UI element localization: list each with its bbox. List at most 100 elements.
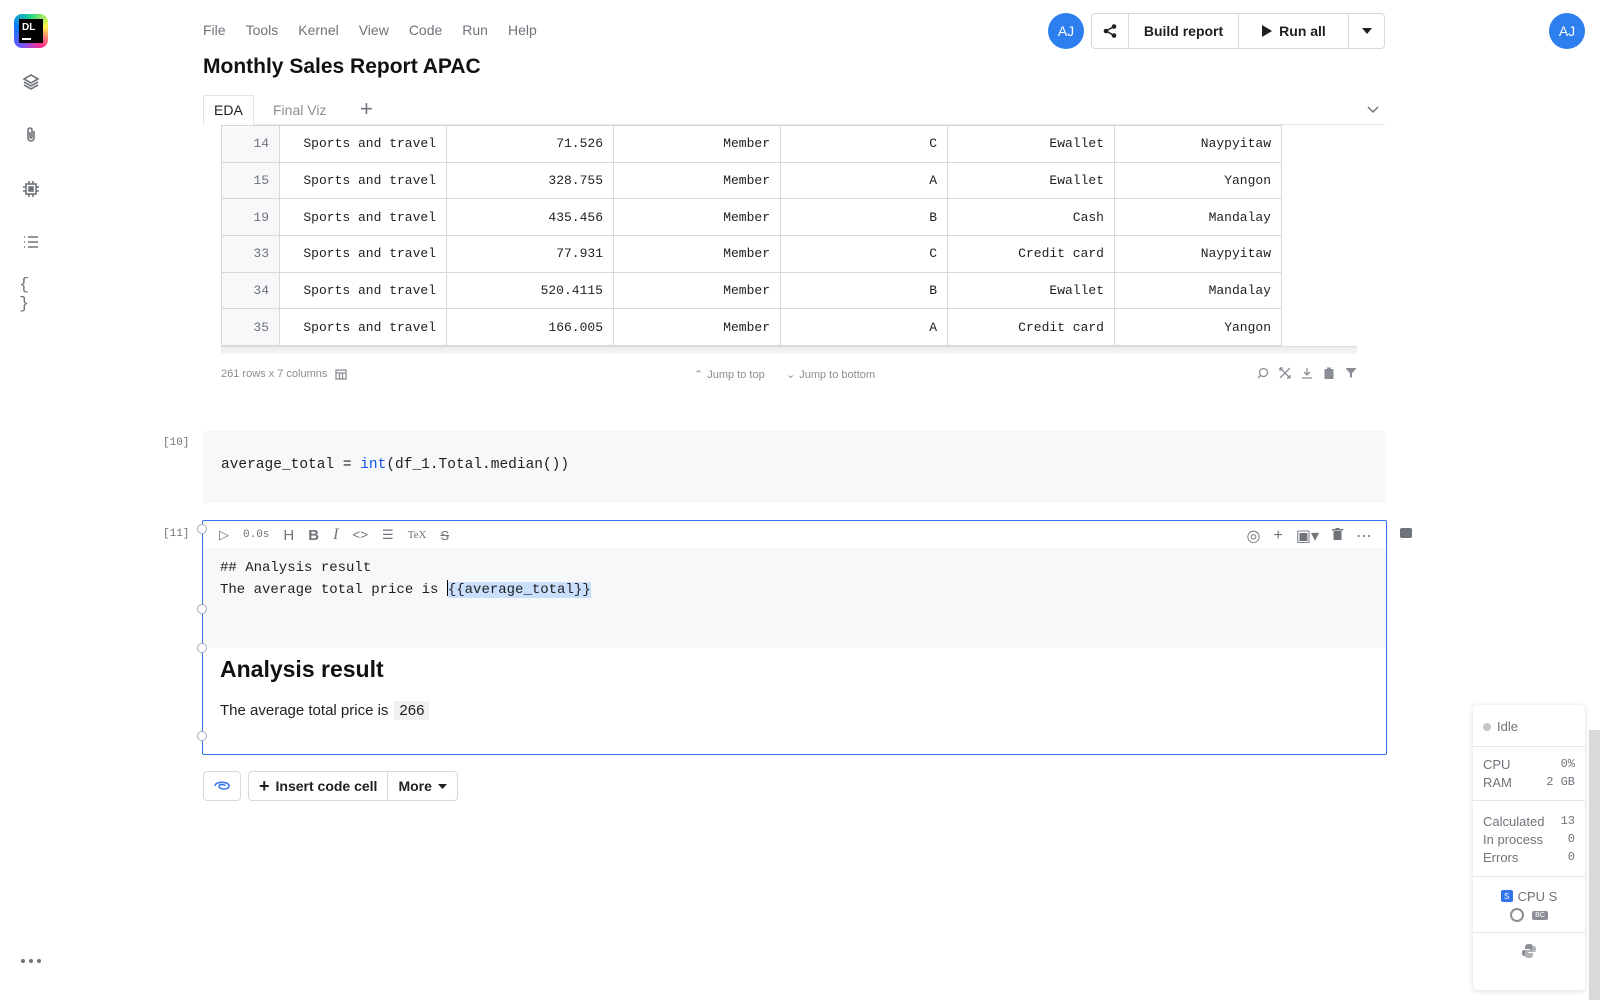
table-cell[interactable]: Credit card bbox=[947, 235, 1115, 273]
checklist-icon[interactable]: ☰ bbox=[382, 527, 394, 543]
collaborator-avatar[interactable]: AJ bbox=[1048, 13, 1084, 49]
table-cell[interactable]: Ewallet bbox=[947, 161, 1115, 200]
italic-icon[interactable]: I bbox=[333, 526, 338, 544]
table-cell[interactable]: Sports and travel bbox=[279, 235, 447, 273]
tex-icon[interactable]: TeX bbox=[408, 529, 427, 541]
add-tab-icon[interactable]: + bbox=[360, 98, 373, 120]
code-source[interactable]: average_total = int(df_1.Total.median()) bbox=[221, 457, 569, 473]
list-icon[interactable] bbox=[19, 230, 43, 254]
table-cell[interactable]: Sports and travel bbox=[279, 271, 447, 310]
table-cell[interactable]: 328.755 bbox=[446, 161, 614, 200]
table-cell[interactable]: Sports and travel bbox=[279, 161, 447, 200]
table-cell[interactable]: Yangon bbox=[1114, 308, 1282, 347]
table-cell[interactable]: Naypyitaw bbox=[1114, 235, 1282, 273]
menu-code[interactable]: Code bbox=[409, 22, 442, 38]
code-icon[interactable]: <> bbox=[352, 528, 368, 543]
cell-handle[interactable] bbox=[197, 524, 207, 534]
markdown-cell[interactable]: ▷ 0.0s H B I <> ☰ TeX S ◎ + ▣▾ ⋯ ## Anal… bbox=[197, 520, 1387, 755]
tabs-chevron-down-icon[interactable] bbox=[1367, 101, 1379, 119]
table-cell[interactable]: Member bbox=[613, 308, 781, 347]
machine-section[interactable]: S CPU S BC bbox=[1473, 877, 1585, 933]
app-logo[interactable]: DL bbox=[14, 14, 48, 48]
row-index[interactable]: 34 bbox=[221, 271, 280, 310]
run-options-dropdown[interactable] bbox=[1349, 14, 1384, 48]
selected-text[interactable]: {{average_total}} bbox=[447, 582, 591, 598]
strikethrough-icon[interactable]: S bbox=[440, 528, 449, 543]
cell-handle[interactable] bbox=[197, 643, 207, 653]
menu-tools[interactable]: Tools bbox=[246, 22, 279, 38]
table-row[interactable]: 33 Sports and travel 77.931 Member C Credit c… bbox=[221, 235, 1282, 273]
ai-assistant-icon[interactable]: ◎ bbox=[1247, 526, 1261, 546]
dataframe-table[interactable]: 14 Sports and travel 71.526 Member C Ewallet N… bbox=[221, 125, 1357, 353]
more-actions-icon[interactable]: ⋯ bbox=[1356, 526, 1372, 546]
table-cell[interactable]: Member bbox=[613, 198, 781, 237]
python-section[interactable] bbox=[1473, 933, 1585, 962]
markdown-source[interactable]: ## Analysis result The average total pri… bbox=[203, 548, 1386, 648]
table-cell[interactable]: Credit card bbox=[947, 308, 1115, 347]
tab-eda[interactable]: EDA bbox=[203, 95, 254, 125]
table-row[interactable]: 34 Sports and travel 520.4115 Member B Ewalle… bbox=[221, 271, 1282, 310]
cell-handle[interactable] bbox=[197, 731, 207, 741]
menu-view[interactable]: View bbox=[359, 22, 389, 38]
table-cell[interactable]: A bbox=[780, 161, 948, 200]
delete-icon[interactable] bbox=[1332, 527, 1343, 545]
menu-help[interactable]: Help bbox=[508, 22, 537, 38]
cell-handle[interactable] bbox=[197, 604, 207, 614]
user-avatar[interactable]: AJ bbox=[1549, 13, 1585, 49]
table-cell[interactable]: Sports and travel bbox=[279, 308, 447, 347]
table-cell[interactable]: B bbox=[780, 271, 948, 310]
menu-run[interactable]: Run bbox=[462, 22, 488, 38]
table-cell[interactable]: Naypyitaw bbox=[1114, 125, 1282, 163]
notebook-title[interactable]: Monthly Sales Report APAC bbox=[203, 55, 481, 79]
jump-to-top-button[interactable]: ⌃ Jump to top bbox=[694, 368, 765, 382]
more-icon[interactable] bbox=[19, 955, 43, 967]
table-row[interactable]: 15 Sports and travel 328.755 Member A Ewallet… bbox=[221, 161, 1282, 200]
table-row[interactable]: 19 Sports and travel 435.456 Member B Cash Man… bbox=[221, 198, 1282, 237]
table-cell[interactable]: Member bbox=[613, 125, 781, 163]
run-all-button[interactable]: Run all bbox=[1239, 14, 1349, 48]
cell-type-icon[interactable]: ▣▾ bbox=[1296, 526, 1319, 546]
code-cell[interactable]: average_total = int(df_1.Total.median()) bbox=[203, 431, 1385, 503]
table-icon[interactable] bbox=[335, 368, 348, 380]
table-cell[interactable]: 77.931 bbox=[446, 235, 614, 273]
table-cell[interactable]: 71.526 bbox=[446, 125, 614, 163]
table-cell[interactable]: C bbox=[780, 125, 948, 163]
clipboard-icon[interactable] bbox=[1323, 366, 1335, 380]
table-cell[interactable]: Cash bbox=[947, 198, 1115, 237]
jump-to-bottom-button[interactable]: ⌄ Jump to bottom bbox=[786, 368, 875, 382]
comment-icon[interactable] bbox=[1400, 528, 1412, 538]
paperclip-icon[interactable] bbox=[19, 123, 43, 147]
table-row[interactable]: 35 Sports and travel 166.005 Member A Credit … bbox=[221, 308, 1282, 347]
run-cell-icon[interactable]: ▷ bbox=[219, 527, 229, 543]
tab-final-viz[interactable]: Final Viz bbox=[263, 95, 336, 125]
table-cell[interactable]: Sports and travel bbox=[279, 125, 447, 163]
table-cell[interactable]: Ewallet bbox=[947, 125, 1115, 163]
chip-icon[interactable] bbox=[19, 177, 43, 201]
table-cell[interactable]: 435.456 bbox=[446, 198, 614, 237]
table-cell[interactable]: 520.4115 bbox=[446, 271, 614, 310]
expand-icon[interactable] bbox=[1279, 366, 1291, 380]
table-cell[interactable]: 166.005 bbox=[446, 308, 614, 347]
download-icon[interactable] bbox=[1301, 366, 1313, 380]
heading-icon[interactable]: H bbox=[283, 527, 294, 544]
filter-icon[interactable] bbox=[1345, 366, 1357, 380]
layers-icon[interactable] bbox=[19, 70, 43, 94]
braces-icon[interactable]: { } bbox=[19, 276, 43, 314]
insert-code-cell-button[interactable]: + Insert code cell bbox=[249, 772, 389, 800]
more-dropdown[interactable]: More bbox=[388, 772, 456, 800]
scrollbar[interactable] bbox=[1589, 730, 1600, 1000]
table-cell[interactable]: B bbox=[780, 198, 948, 237]
table-cell[interactable]: Yangon bbox=[1114, 161, 1282, 200]
share-button[interactable] bbox=[1092, 14, 1129, 48]
table-cell[interactable]: Member bbox=[613, 235, 781, 273]
build-report-button[interactable]: Build report bbox=[1129, 14, 1239, 48]
bold-icon[interactable]: B bbox=[308, 527, 319, 544]
table-cell[interactable]: Sports and travel bbox=[279, 198, 447, 237]
row-index[interactable]: 19 bbox=[221, 198, 280, 237]
table-cell[interactable]: Mandalay bbox=[1114, 271, 1282, 310]
table-cell[interactable]: Member bbox=[613, 271, 781, 310]
row-index[interactable]: 14 bbox=[221, 125, 280, 163]
table-cell[interactable]: Member bbox=[613, 161, 781, 200]
menu-file[interactable]: File bbox=[203, 22, 226, 38]
menu-kernel[interactable]: Kernel bbox=[298, 22, 338, 38]
